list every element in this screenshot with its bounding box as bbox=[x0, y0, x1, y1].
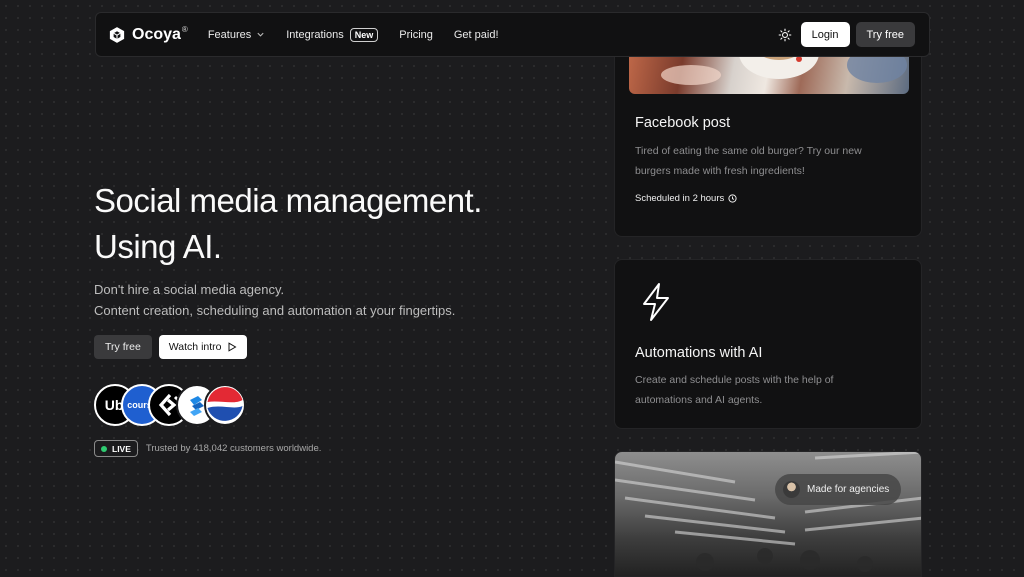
chevron-down-icon bbox=[257, 32, 264, 37]
nav-item-label: Get paid! bbox=[453, 28, 499, 41]
hero-title-line-1: Social media management. bbox=[94, 182, 482, 219]
login-button[interactable]: Login bbox=[800, 22, 850, 47]
office-photo bbox=[615, 452, 921, 572]
hero-try-free-button[interactable]: Try free bbox=[94, 335, 152, 359]
hero-cta-group: Try free Watch intro bbox=[94, 335, 247, 359]
nav-item-label: Integrations bbox=[286, 28, 344, 41]
registered-mark: ® bbox=[181, 25, 188, 34]
brand-logo[interactable]: Ocoya ® bbox=[108, 25, 188, 44]
live-status-dot bbox=[101, 445, 107, 452]
made-for-agencies-label: Made for agencies bbox=[807, 484, 890, 495]
live-badge: LIVE bbox=[94, 440, 138, 457]
new-badge: New bbox=[349, 27, 379, 42]
nav-item-get-paid[interactable]: Get paid! bbox=[454, 29, 499, 41]
facebook-post-title: Facebook post bbox=[635, 115, 731, 131]
clock-icon bbox=[728, 194, 737, 203]
nav-item-label: Features bbox=[207, 28, 252, 41]
sun-icon[interactable] bbox=[778, 28, 792, 42]
cube-logo-icon bbox=[109, 26, 125, 43]
avatar bbox=[783, 481, 800, 498]
play-icon bbox=[228, 342, 236, 352]
facebook-post-text: Tired of eating the same old burger? Try… bbox=[635, 145, 862, 177]
nav-try-free-button[interactable]: Try free bbox=[855, 22, 915, 47]
top-navbar: Ocoya ® Features Integrations New Pricin… bbox=[95, 12, 930, 57]
nav-item-features[interactable]: Features bbox=[208, 29, 265, 41]
pepsi-logo bbox=[204, 384, 246, 426]
nav-item-integrations[interactable]: Integrations New bbox=[286, 27, 379, 42]
nav-links: Features Integrations New Pricing Get pa… bbox=[208, 27, 520, 42]
hero-subtitle-line-2: Content creation, scheduling and automat… bbox=[94, 303, 456, 318]
trusted-text: Trusted by 418,042 customers worldwide. bbox=[145, 443, 322, 454]
hero-subtitle-line-1: Don't hire a social media agency. bbox=[94, 282, 285, 297]
automations-card: Automations with AI Create and schedule … bbox=[614, 259, 922, 429]
live-label: LIVE bbox=[112, 443, 131, 454]
nav-item-label: Pricing bbox=[399, 28, 433, 41]
schedule-status-label: Scheduled in 2 hours bbox=[635, 193, 725, 204]
schedule-status: Scheduled in 2 hours bbox=[635, 193, 737, 204]
facebook-post-card: Facebook post Tired of eating the same o… bbox=[614, 40, 922, 237]
watch-intro-label: Watch intro bbox=[168, 341, 222, 353]
hero-subtitle: Don't hire a social media agency. Conten… bbox=[94, 279, 455, 321]
hero-title-line-2: Using AI. bbox=[94, 228, 222, 265]
agencies-card: Made for agencies bbox=[614, 451, 922, 577]
automations-text: Create and schedule posts with the help … bbox=[635, 374, 834, 406]
hero-title: Social media management. Using AI. bbox=[94, 178, 482, 270]
made-for-agencies-pill[interactable]: Made for agencies bbox=[775, 474, 902, 505]
trust-row: LIVE Trusted by 418,042 customers worldw… bbox=[94, 440, 321, 457]
watch-intro-button[interactable]: Watch intro bbox=[158, 335, 247, 359]
nav-item-pricing[interactable]: Pricing bbox=[399, 29, 433, 41]
customer-logos: Ube course bbox=[94, 384, 254, 426]
nav-actions: Login Try free bbox=[778, 22, 915, 47]
automations-title: Automations with AI bbox=[635, 345, 763, 361]
brand-name: Ocoya bbox=[132, 25, 181, 43]
lightning-bolt-icon bbox=[643, 283, 669, 321]
